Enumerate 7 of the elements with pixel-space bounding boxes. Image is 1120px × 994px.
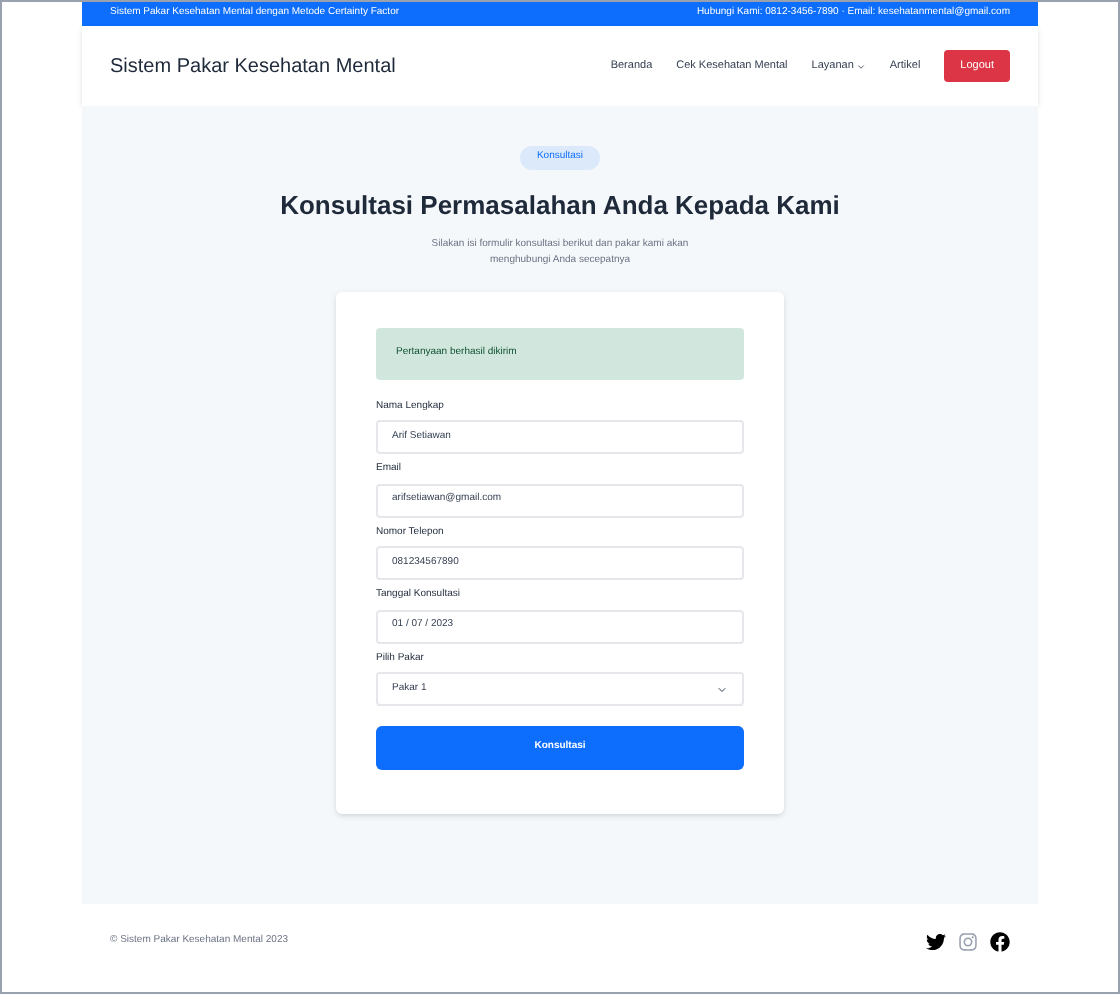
- page-title: Konsultasi Permasalahan Anda Kepada Kami: [280, 187, 840, 224]
- facebook-icon[interactable]: [990, 932, 1010, 952]
- brand: Sistem Pakar Kesehatan Mental: [110, 53, 396, 81]
- twitter-icon[interactable]: [926, 932, 946, 952]
- chevron-down-icon: [855, 61, 866, 71]
- chevron-down-icon: [716, 683, 728, 695]
- instagram-icon[interactable]: [958, 932, 978, 952]
